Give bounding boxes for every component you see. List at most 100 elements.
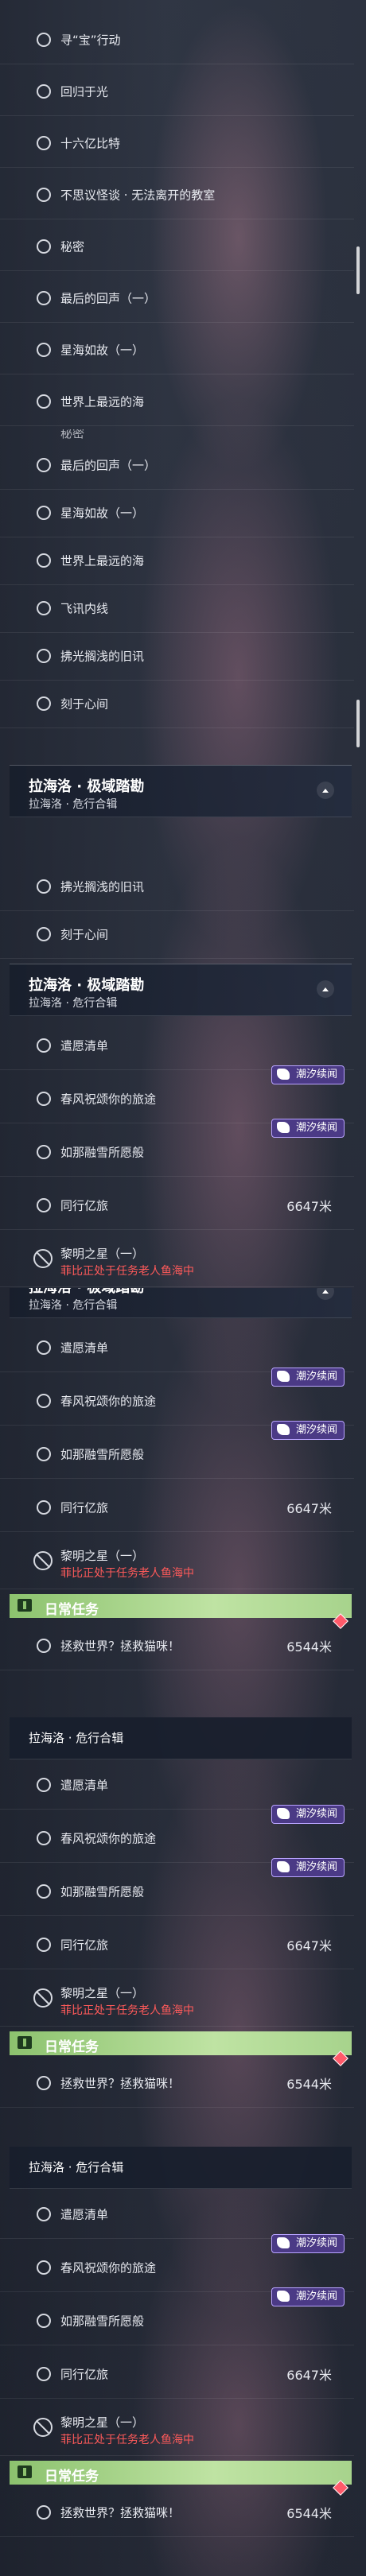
quest-label: 同行亿旅 <box>60 2367 109 2382</box>
quest-row[interactable]: 秘密 <box>0 223 354 271</box>
daily-tasks-header[interactable]: 日常任务 <box>10 2031 352 2055</box>
quest-row[interactable]: 潮汐续闻 春风祝颂你的旅途 <box>0 2234 354 2292</box>
quest-row[interactable]: 潮汐续闻 如那融雪所愿般 <box>0 1119 354 1177</box>
daily-tasks-title: 日常任务 <box>45 2469 99 2485</box>
tide-tag-badge: 潮汐续闻 <box>271 2287 345 2306</box>
scrollbar[interactable] <box>356 700 360 747</box>
quest-row[interactable]: 拯救世界？拯救猫咪！ 6544米 <box>0 2480 354 2537</box>
quest-row[interactable]: 拯救世界？拯救猫咪！ 6544米 <box>0 1613 354 1670</box>
quest-label: 遣愿清单 <box>60 1038 109 1053</box>
collapse-chevron-icon[interactable] <box>317 782 334 799</box>
daily-task-icon <box>18 2465 32 2478</box>
quest-list-panel-6: 拉海洛 · 危行合辑 遣愿清单 潮汐续闻 春风祝颂你的旅途 潮汐续闻 如那融雪所… <box>0 2147 366 2576</box>
quest-status-icon <box>37 2367 51 2381</box>
quest-row[interactable]: 潮汐续闻 春风祝颂你的旅途 <box>0 1805 354 1863</box>
quest-row[interactable]: 世界上最远的海 <box>0 378 354 426</box>
region-subtitle: 拉海洛 · 危行合辑 <box>29 1731 124 1745</box>
quest-row[interactable]: 同行亿旅 6647米 <box>0 1181 354 1230</box>
scrollbar[interactable] <box>356 246 360 294</box>
quest-label: 春风祝颂你的旅途 <box>60 2260 157 2275</box>
region-header[interactable]: 拉海洛 · 极域踏勘 拉海洛 · 危行合辑 <box>10 765 352 817</box>
quest-status-icon <box>37 1639 51 1653</box>
quest-status-icon <box>37 1092 51 1106</box>
quest-row[interactable]: 世界上最远的海 <box>0 537 354 585</box>
quest-status-icon <box>37 2260 51 2275</box>
quest-label: 遣愿清单 <box>60 2207 109 2222</box>
quest-label: 黎明之星（一） <box>60 1247 145 1261</box>
quest-row[interactable]: 最后的回声（一） <box>0 441 354 490</box>
quest-row[interactable]: 遣愿清单 <box>0 1324 354 1372</box>
quest-row[interactable]: 黎明之星（一） 菲比正处于任务老人鱼海中 <box>0 2399 354 2456</box>
quest-row[interactable]: 黎明之星（一） 菲比正处于任务老人鱼海中 <box>0 1533 354 1589</box>
quest-row[interactable]: 潮汐续闻 春风祝颂你的旅途 <box>0 1065 354 1123</box>
quest-row[interactable]: 潮汐续闻 如那融雪所愿般 <box>0 2287 354 2345</box>
quest-label: 黎明之星（一） <box>60 1986 145 2000</box>
quest-status-icon <box>37 553 51 568</box>
quest-row[interactable]: 刻于心间 <box>0 910 354 959</box>
quest-row[interactable]: 十六亿比特 <box>0 119 354 168</box>
daily-tasks-header[interactable]: 日常任务 <box>10 2461 352 2485</box>
region-header[interactable]: 拉海洛 · 极域踏勘 拉海洛 · 危行合辑 <box>10 964 352 1016</box>
quest-row[interactable]: 同行亿旅 6647米 <box>0 1484 354 1532</box>
quest-row[interactable]: 潮汐续闻 如那融雪所愿般 <box>0 1421 354 1479</box>
tide-icon <box>276 1424 290 1435</box>
quest-label: 拂光搁浅的旧讯 <box>60 879 145 894</box>
quest-warning: 菲比正处于任务老人鱼海中 <box>60 1265 194 1278</box>
quest-label: 如那融雪所愿般 <box>60 1447 145 1462</box>
region-header[interactable]: 拉海洛 · 危行合辑 <box>10 1717 352 1759</box>
quest-row[interactable]: 刻于心间 <box>0 680 354 728</box>
quest-label: 黎明之星（一） <box>60 1549 145 1563</box>
region-header[interactable]: 拉海洛 · 危行合辑 <box>10 2147 352 2189</box>
quest-row[interactable]: 拯救世界？拯救猫咪！ 6544米 <box>0 2050 354 2108</box>
quest-row[interactable]: 黎明之星（一） 菲比正处于任务老人鱼海中 <box>0 1231 354 1287</box>
quest-label: 遣愿清单 <box>60 1778 109 1793</box>
quest-label: 星海如故（一） <box>60 506 145 521</box>
quest-row[interactable]: 遣愿清单 <box>0 1022 354 1070</box>
collapse-chevron-icon[interactable] <box>317 1288 334 1300</box>
quest-row[interactable]: 寻“宝”行动 <box>0 16 354 64</box>
quest-row[interactable]: 潮汐续闻 春风祝颂你的旅途 <box>0 1368 354 1426</box>
quest-status-icon <box>37 1198 51 1212</box>
quest-row[interactable]: 回归于光 <box>0 68 354 116</box>
quest-status-icon <box>37 1394 51 1408</box>
quest-row[interactable]: 遣愿清单 <box>0 2190 354 2239</box>
quest-row[interactable]: 遣愿清单 <box>0 1761 354 1810</box>
quest-row[interactable]: 同行亿旅 6647米 <box>0 1921 354 1969</box>
quest-label: 春风祝颂你的旅途 <box>60 1092 157 1107</box>
quest-row[interactable]: 星海如故（一） <box>0 489 354 537</box>
quest-label: 如那融雪所愿般 <box>60 2314 145 2329</box>
region-header[interactable]: 拉海洛 · 极域踏勘 拉海洛 · 危行合辑 <box>10 1288 352 1318</box>
quest-row[interactable]: 同行亿旅 6647米 <box>0 2350 354 2399</box>
quest-row[interactable]: 飞讯内线 <box>0 584 354 633</box>
quest-label: 寻“宝”行动 <box>60 33 121 48</box>
quest-label: 如那融雪所愿般 <box>60 1884 145 1899</box>
quest-row[interactable]: 星海如故（一） <box>0 326 354 374</box>
daily-tasks-header[interactable]: 日常任务 <box>10 1594 352 1618</box>
quest-status-icon <box>37 879 51 894</box>
quest-label: 十六亿比特 <box>60 136 121 151</box>
quest-row[interactable]: 黎明之星（一） 菲比正处于任务老人鱼海中 <box>0 1970 354 2027</box>
quest-list-panel-4: 拉海洛 · 极域踏勘 拉海洛 · 危行合辑 遣愿清单 潮汐续闻 春风祝颂你的旅途… <box>0 1288 366 1717</box>
tide-icon <box>276 1808 290 1819</box>
daily-tasks-title: 日常任务 <box>45 1602 99 1618</box>
quest-row[interactable]: 拂光搁浅的旧讯 <box>0 863 354 911</box>
quest-row[interactable]: 潮汐续闻 如那融雪所愿般 <box>0 1858 354 1916</box>
tide-tag-badge: 潮汐续闻 <box>271 1858 345 1877</box>
quest-label: 如那融雪所愿般 <box>60 1145 145 1160</box>
quest-status-icon <box>37 291 51 305</box>
blocked-icon <box>33 1988 53 2008</box>
quest-label: 同行亿旅 <box>60 1198 109 1213</box>
quest-label: 世界上最远的海 <box>60 553 145 568</box>
quest-row[interactable]: 不思议怪谈 · 无法离开的教室 <box>0 171 354 219</box>
quest-status-icon <box>37 1938 51 1952</box>
collapse-chevron-icon[interactable] <box>317 980 334 998</box>
quest-status-icon <box>37 1500 51 1515</box>
tide-icon <box>276 2291 290 2302</box>
quest-label: 同行亿旅 <box>60 1500 109 1515</box>
tide-tag-badge: 潮汐续闻 <box>271 1065 345 1084</box>
quest-label: 同行亿旅 <box>60 1938 109 1953</box>
quest-row[interactable]: 拂光搁浅的旧讯 <box>0 632 354 681</box>
quest-label: 最后的回声（一） <box>60 291 157 306</box>
quest-row[interactable]: 最后的回声（一） <box>0 274 354 323</box>
region-title: 拉海洛 · 极域踏勘 <box>29 977 145 994</box>
